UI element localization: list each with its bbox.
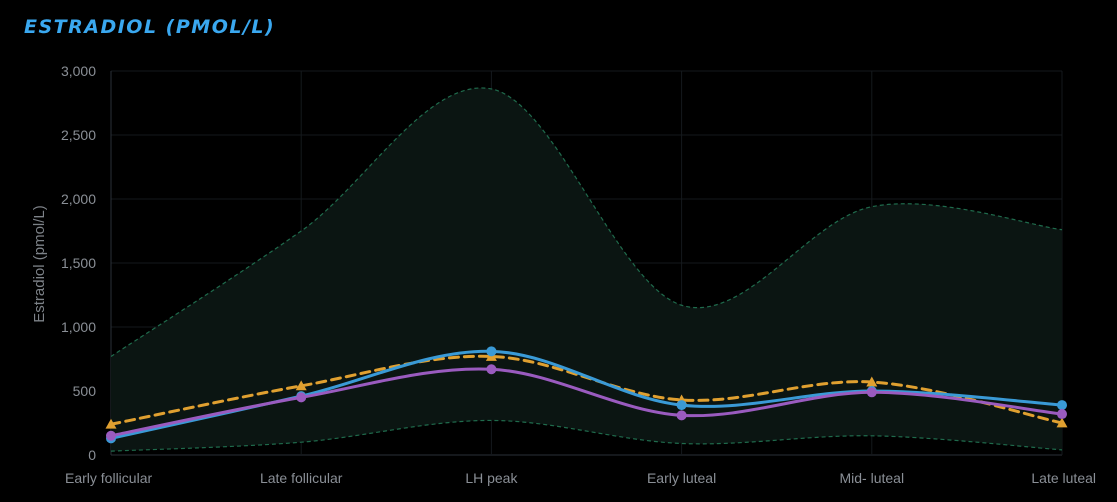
series-point-2 bbox=[866, 387, 877, 398]
series-point-2 bbox=[1057, 409, 1067, 420]
y-axis-label: Estradiol (pmol/L) bbox=[31, 205, 48, 323]
y-tick-label: 2,000 bbox=[61, 191, 96, 207]
estradiol-chart: 0 500 1,000 1,500 2,000 2,500 3,000 Early foll… bbox=[31, 63, 1096, 486]
series-point-2 bbox=[106, 430, 116, 441]
y-axis-ticks: 0 500 1,000 1,500 2,000 2,500 3,000 bbox=[61, 63, 96, 463]
y-tick-label: 3,000 bbox=[61, 63, 96, 79]
y-tick-label: 0 bbox=[88, 447, 96, 463]
series-point-1 bbox=[1057, 400, 1067, 411]
x-axis-ticks: Early follicular Late follicular LH peak Ea… bbox=[65, 470, 1096, 486]
x-tick-label: Late follicular bbox=[260, 470, 343, 486]
y-tick-label: 500 bbox=[73, 383, 97, 399]
y-tick-label: 1,500 bbox=[61, 255, 96, 271]
y-tick-label: 1,000 bbox=[61, 319, 96, 335]
x-tick-label: Early luteal bbox=[647, 470, 716, 486]
series-point-1 bbox=[486, 346, 497, 357]
series-point-2 bbox=[296, 392, 307, 403]
x-tick-label: Early follicular bbox=[65, 470, 152, 486]
x-tick-label: LH peak bbox=[465, 470, 518, 486]
x-tick-label: Mid- luteal bbox=[840, 470, 905, 486]
series-point-1 bbox=[676, 400, 687, 411]
series-point-2 bbox=[676, 410, 687, 421]
y-tick-label: 2,500 bbox=[61, 127, 96, 143]
series-point-2 bbox=[486, 364, 497, 375]
reference-band bbox=[110, 87, 1063, 452]
x-tick-label: Late luteal bbox=[1031, 470, 1096, 486]
band-fill bbox=[111, 87, 1062, 452]
